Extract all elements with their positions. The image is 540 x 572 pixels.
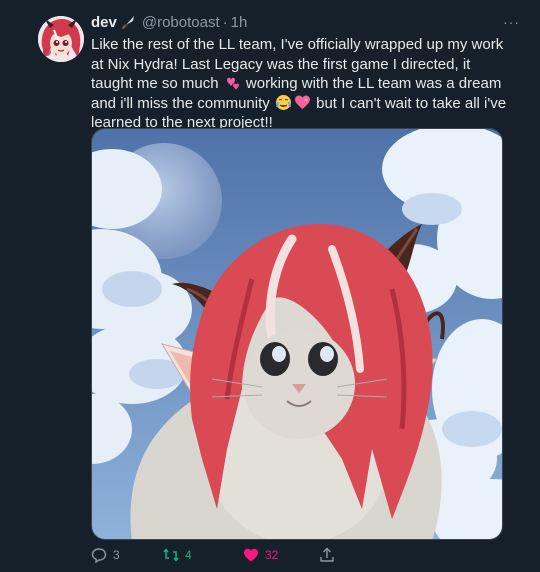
tweet-text: Like the rest of the LL team, I've offic…	[91, 35, 511, 133]
crying-face-emoji	[275, 94, 292, 111]
more-options-icon[interactable]: ···	[503, 14, 520, 30]
retweet-icon	[163, 548, 179, 562]
cat-with-horns-artwork	[92, 129, 502, 539]
sparkling-heart-emoji	[294, 94, 311, 111]
tweet[interactable]: dev @robotoast · 1h ··· Like the rest of…	[0, 0, 540, 572]
share-icon	[320, 547, 334, 562]
knife-icon	[121, 15, 136, 30]
timestamp[interactable]: 1h	[231, 14, 248, 31]
reply-icon	[91, 548, 107, 563]
header-separator: ·	[222, 13, 228, 31]
like-button[interactable]: 32	[243, 545, 278, 565]
tweet-body: dev @robotoast · 1h ··· Like the rest of…	[91, 12, 519, 133]
tweet-image[interactable]	[91, 128, 503, 540]
retweet-button[interactable]: 4	[163, 545, 192, 565]
reply-count: 3	[113, 548, 120, 562]
avatar-image	[38, 16, 84, 62]
share-button[interactable]	[319, 545, 341, 565]
tweet-header: dev @robotoast · 1h ···	[91, 12, 519, 32]
tweet-actions: 3 4 32	[91, 545, 351, 565]
two-hearts-emoji	[224, 74, 241, 91]
like-count: 32	[265, 548, 279, 562]
avatar[interactable]	[38, 16, 84, 62]
display-name[interactable]: dev	[91, 14, 117, 31]
reply-button[interactable]: 3	[91, 545, 120, 565]
retweet-count: 4	[185, 548, 192, 562]
user-handle[interactable]: @robotoast	[142, 14, 220, 31]
heart-icon	[244, 548, 258, 562]
